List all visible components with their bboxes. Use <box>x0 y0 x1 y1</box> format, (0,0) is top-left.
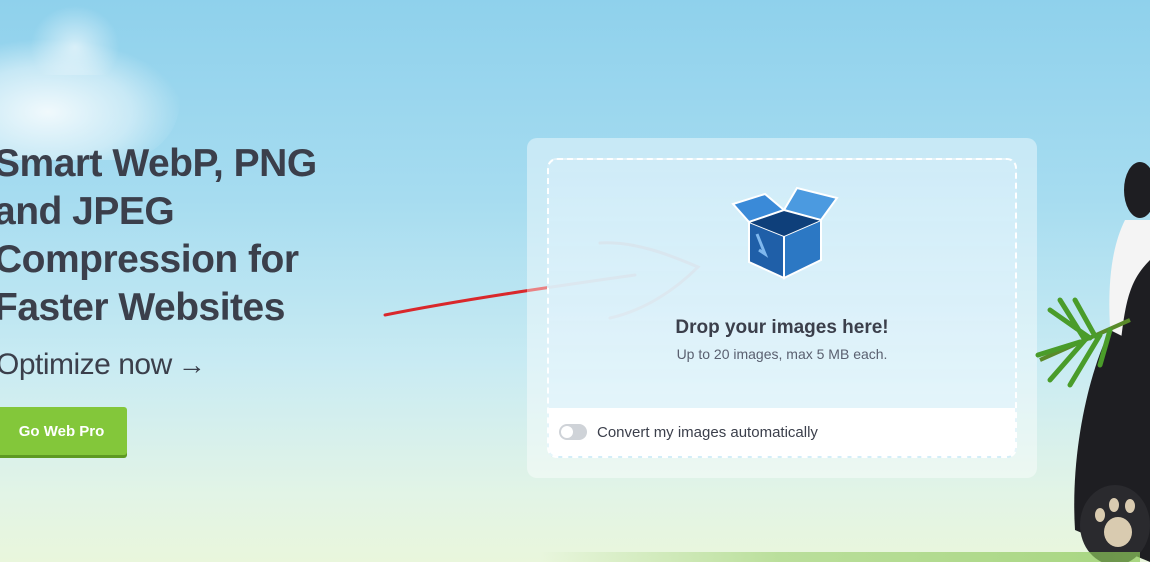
go-web-pro-button[interactable]: Go Web Pro <box>0 407 127 455</box>
convert-label: Convert my images automatically <box>597 423 818 441</box>
image-dropzone[interactable]: Drop your images here! Up to 20 images, … <box>547 158 1017 458</box>
upload-panel: Drop your images here! Up to 20 images, … <box>527 138 1037 478</box>
box-icon <box>731 186 839 280</box>
drop-subtitle: Up to 20 images, max 5 MB each. <box>676 346 888 362</box>
cloud-decoration-small <box>30 5 120 75</box>
convert-toggle[interactable] <box>559 424 587 440</box>
convert-option-row: Convert my images automatically <box>549 408 1015 456</box>
arrow-right-icon: → <box>177 349 206 380</box>
optimize-now-link[interactable]: Optimize now → <box>0 348 206 382</box>
hero-title: Smart WebP, PNG and JPEG Compression for… <box>0 142 317 329</box>
optimize-now-label: Optimize now <box>0 348 172 381</box>
drop-title: Drop your images here! <box>675 317 889 338</box>
panda-mascot <box>1035 162 1150 562</box>
grass-decoration <box>540 552 1140 562</box>
